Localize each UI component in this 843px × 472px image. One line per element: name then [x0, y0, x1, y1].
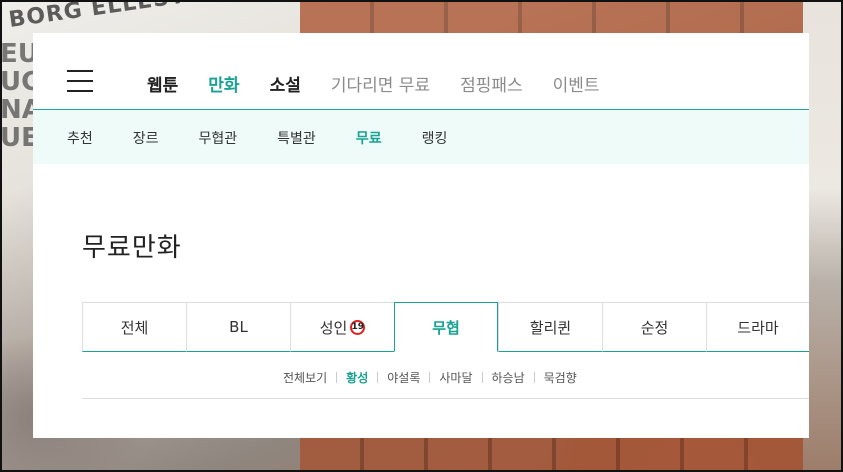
tab-label: 무협: [432, 318, 460, 337]
top-navigation-bar: 웹툰 만화 소설 기다리면 무료 점핑패스 이벤트: [33, 33, 809, 110]
tab-adult[interactable]: 성인 19: [290, 302, 394, 352]
subnav-martial-arts-hall[interactable]: 무협관: [199, 128, 238, 148]
page-title: 무료만화: [82, 233, 182, 263]
author-filter-list: 전체보기 황성 야설록 사마달 하승남 묵검향: [283, 369, 577, 386]
tab-martial-arts[interactable]: 무협: [394, 302, 498, 352]
tab-label: 전체: [120, 318, 149, 337]
nav-event[interactable]: 이벤트: [553, 71, 600, 96]
comic-lettering-top: BORG ELLESTOU: [7, 0, 226, 33]
content-card: 웹툰 만화 소설 기다리면 무료 점핑패스 이벤트 추천 장르 무협관 특별관 …: [33, 33, 809, 438]
subnav-recommend[interactable]: 추천: [67, 128, 93, 148]
tab-bl[interactable]: BL: [186, 302, 290, 352]
filter-author[interactable]: 야설록: [387, 369, 420, 386]
comic-panel-art-right: [803, 0, 843, 472]
tab-label: 성인: [319, 318, 348, 337]
main-nav: 웹툰 만화 소설 기다리면 무료 점핑패스 이벤트: [147, 71, 630, 96]
filter-author[interactable]: 하승남: [492, 369, 525, 386]
hamburger-line: [67, 80, 93, 82]
tab-label: BL: [229, 318, 248, 336]
hamburger-line: [67, 70, 93, 72]
filter-separator: [377, 372, 379, 383]
genre-tabs: 전체 BL 성인 19 무협 할리퀸 순정 드라마: [82, 302, 809, 352]
nav-jumping-pass[interactable]: 점핑패스: [460, 71, 523, 96]
tab-label: 할리퀸: [529, 318, 572, 337]
filter-author[interactable]: 사마달: [439, 369, 472, 386]
tab-harlequin[interactable]: 할리퀸: [498, 302, 602, 352]
nav-wait-free[interactable]: 기다리면 무료: [331, 71, 430, 96]
adult-19-icon: 19: [350, 319, 366, 335]
filter-separator: [481, 372, 483, 383]
filter-author[interactable]: 황성: [346, 369, 368, 386]
tab-romance[interactable]: 순정: [602, 302, 706, 352]
filter-view-all[interactable]: 전체보기: [283, 369, 327, 386]
tab-all[interactable]: 전체: [82, 302, 186, 352]
filter-separator: [429, 372, 431, 383]
nav-webtoon[interactable]: 웹툰: [147, 71, 178, 96]
subnav-free[interactable]: 무료: [356, 128, 382, 148]
hamburger-menu-icon[interactable]: [67, 70, 93, 92]
filter-separator: [533, 372, 535, 383]
sub-nav: 추천 장르 무협관 특별관 무료 랭킹: [67, 128, 487, 148]
hamburger-line: [67, 90, 93, 92]
content-divider: [82, 398, 809, 399]
subnav-special-hall[interactable]: 특별관: [277, 128, 316, 148]
subnav-ranking[interactable]: 랭킹: [422, 128, 448, 148]
sub-navigation-bar: 추천 장르 무협관 특별관 무료 랭킹: [33, 110, 809, 164]
filter-author[interactable]: 묵검향: [544, 369, 577, 386]
filter-separator: [336, 372, 338, 383]
tab-label: 드라마: [737, 318, 779, 337]
tab-drama[interactable]: 드라마: [706, 302, 809, 352]
nav-novel[interactable]: 소설: [270, 71, 301, 96]
tab-label: 순정: [640, 318, 669, 337]
subnav-genre[interactable]: 장르: [133, 128, 159, 148]
nav-manhwa[interactable]: 만화: [208, 71, 239, 96]
